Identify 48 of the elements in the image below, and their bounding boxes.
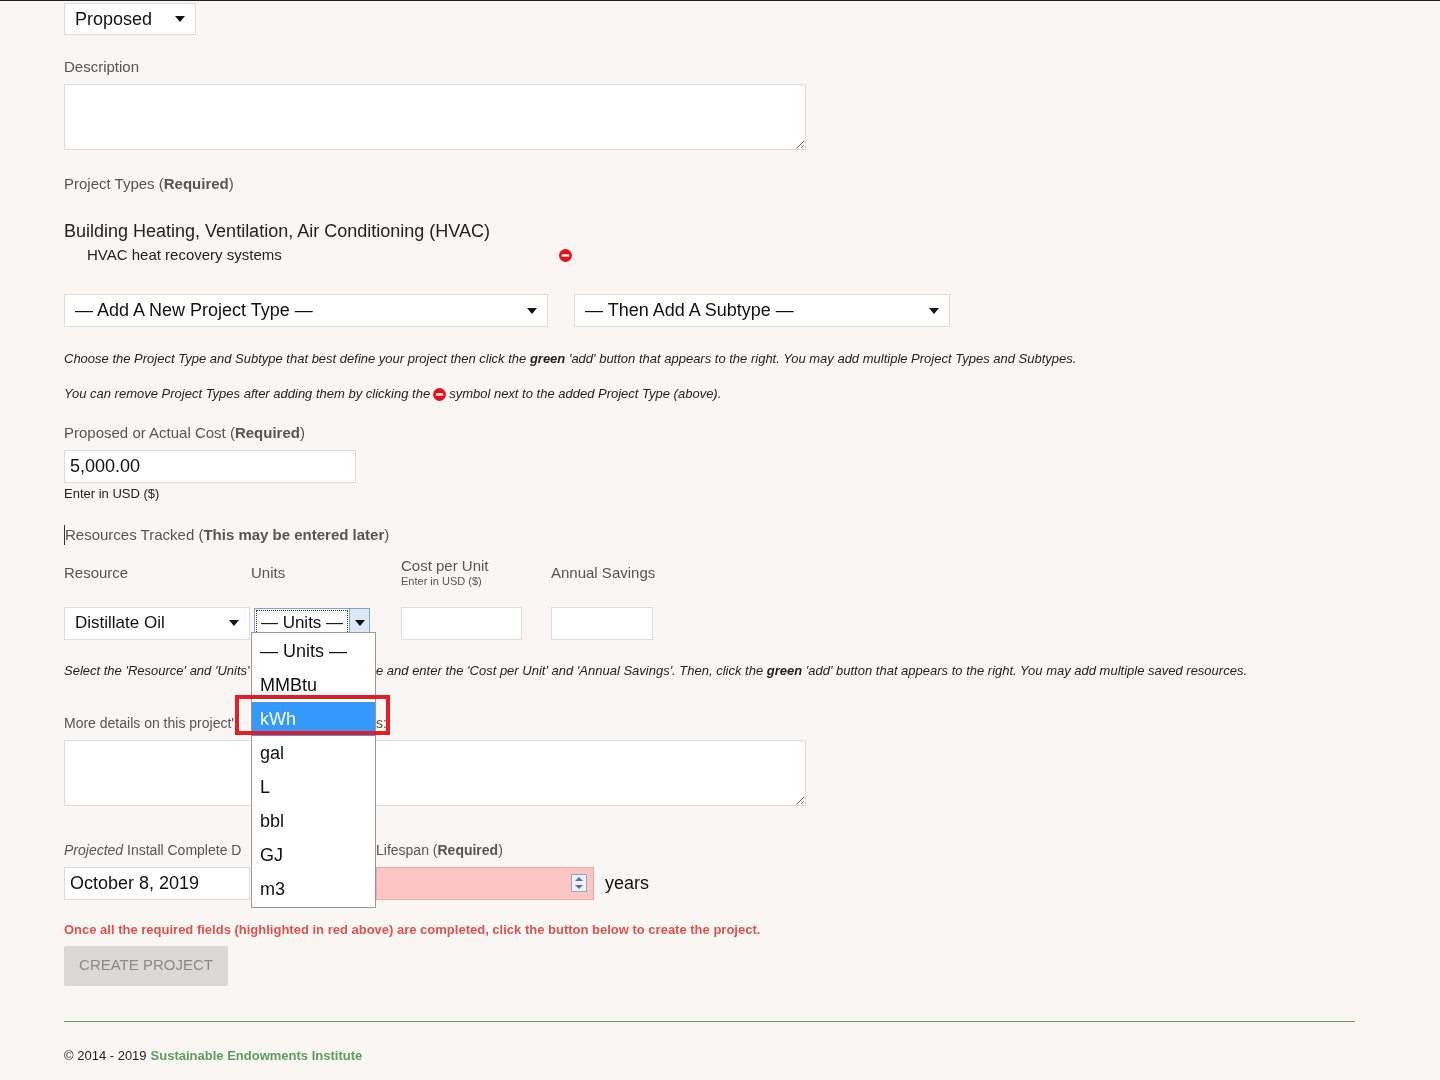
- column-hint: Enter in USD ($): [401, 575, 483, 588]
- caret-icon: [527, 307, 537, 314]
- help-text: e and enter the 'Cost per Unit' and 'Annual Savings'. Then, click the green 'add' button that appears to the right. You may add multiple saved resources.: [376, 661, 1247, 680]
- unit-label: years: [605, 871, 649, 895]
- caret-icon: [229, 620, 239, 626]
- cost-field[interactable]: 5,000.00: [64, 450, 356, 483]
- column-header: Units: [251, 563, 287, 582]
- field-label: Proposed or Actual Cost (Required): [64, 423, 306, 443]
- subtype-select[interactable]: — Then Add A Subtype —: [574, 294, 950, 327]
- project-subtype: HVAC heat recovery systems: [87, 244, 283, 265]
- dropdown-option[interactable]: m3: [252, 872, 375, 906]
- field-label: Resources Tracked (This may be entered later): [64, 524, 1440, 545]
- help-text: Choose the Project Type and Subtype that best define your project then click the green 'add' button that appears to the right. You may add multiple Project Types and Subtypes.: [64, 350, 1078, 368]
- column-header: Cost per Unit: [401, 557, 490, 575]
- field-label: Project Types (Required): [64, 174, 235, 194]
- remove-icon[interactable]: [559, 248, 572, 262]
- dropdown-option[interactable]: MMBtu: [252, 668, 375, 702]
- caret-icon: [175, 16, 185, 22]
- project-type-title: Building Heating, Ventilation, Air Conditioning (HVAC): [64, 220, 491, 242]
- lifespan-field[interactable]: [376, 866, 594, 900]
- annual-savings-field[interactable]: [551, 606, 653, 640]
- column-header: Resource: [64, 563, 130, 582]
- dropdown-option[interactable]: GJ: [252, 838, 375, 872]
- help-text: You can remove Project Types after adding them by clicking the: [64, 385, 431, 403]
- project-type-select[interactable]: — Add A New Project Type —: [64, 294, 548, 327]
- required-note: Once all the required fields (highlighted in red above) are completed, click the button below to create the project.: [64, 920, 762, 939]
- copyright-text: © 2014 - 2019: [64, 1046, 147, 1065]
- field-label: Description: [64, 57, 141, 77]
- cost-per-unit-field[interactable]: [401, 606, 522, 640]
- field-label: Projected Install Complete D: [64, 841, 242, 858]
- field-label: s:: [376, 713, 387, 733]
- resource-select[interactable]: Distillate Oil: [64, 606, 250, 640]
- date-field[interactable]: October 8, 2019: [64, 866, 250, 900]
- description-field[interactable]: [64, 84, 806, 150]
- caret-icon: [929, 307, 939, 314]
- help-text: symbol next to the added Project Type (above).: [449, 385, 722, 403]
- spinner-icon[interactable]: [571, 874, 587, 892]
- status-select[interactable]: Proposed: [64, 3, 196, 35]
- dropdown-option[interactable]: L: [252, 770, 375, 804]
- help-text: Select the 'Resource' and 'Units': [64, 662, 250, 678]
- caret-icon: [354, 620, 365, 626]
- field-hint: Enter in USD ($): [64, 485, 161, 503]
- dropdown-option[interactable]: bbl: [252, 804, 375, 838]
- field-label: More details on this project': [64, 714, 234, 731]
- dropdown-option[interactable]: gal: [252, 736, 375, 770]
- column-header: Annual Savings: [551, 563, 657, 582]
- remove-icon: [433, 387, 447, 401]
- field-label: Lifespan (Required): [376, 840, 503, 860]
